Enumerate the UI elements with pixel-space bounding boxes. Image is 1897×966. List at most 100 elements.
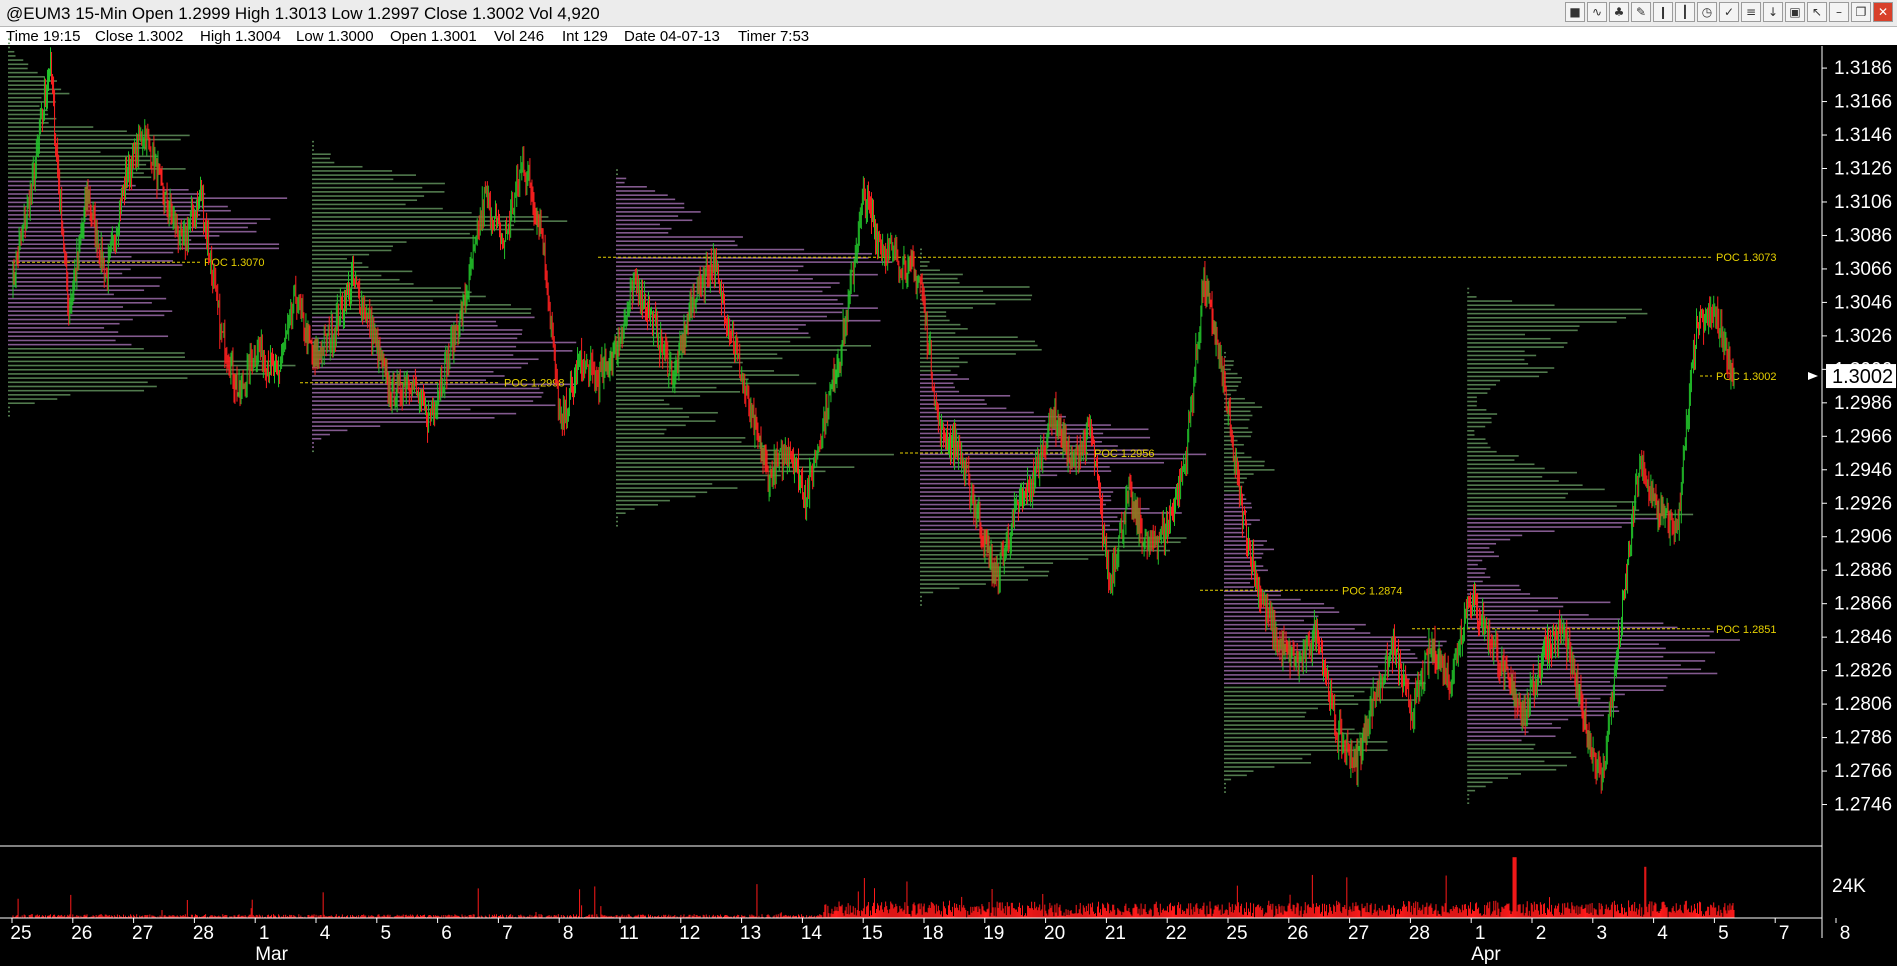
profile-row bbox=[1467, 358, 1525, 361]
profile-row bbox=[1467, 392, 1488, 394]
profile-row bbox=[312, 241, 407, 243]
profile-row bbox=[1224, 556, 1262, 559]
profile-row bbox=[1224, 565, 1264, 567]
profile-row bbox=[920, 269, 940, 272]
profile-row bbox=[312, 174, 416, 176]
profile-row bbox=[920, 261, 930, 263]
price-tick-label: 1.3106 bbox=[1834, 192, 1892, 213]
profile-row bbox=[312, 149, 314, 151]
profile-row bbox=[8, 260, 174, 262]
profile-row bbox=[1467, 777, 1509, 779]
price-tick-label: 1.3046 bbox=[1834, 292, 1892, 313]
profile-row bbox=[616, 328, 799, 330]
profile-row bbox=[616, 261, 893, 263]
profile-row bbox=[8, 352, 185, 354]
profile-row bbox=[1467, 542, 1497, 545]
profile-row bbox=[1467, 505, 1617, 507]
day-label: 22 bbox=[1166, 923, 1187, 944]
profile-row bbox=[616, 219, 693, 222]
price-chart[interactable]: POC 1.3070POC 1.2998POC 1.3073POC 1.2956… bbox=[0, 0, 1897, 966]
profile-row bbox=[616, 382, 817, 385]
profile-row bbox=[8, 105, 40, 107]
profile-row bbox=[8, 71, 38, 74]
profile-row bbox=[312, 350, 573, 352]
profile-row bbox=[1467, 463, 1535, 466]
profile-row bbox=[616, 370, 775, 372]
profile-row bbox=[616, 236, 743, 238]
profile-row bbox=[1224, 699, 1416, 701]
profile-row bbox=[8, 335, 169, 338]
profile-row bbox=[1224, 661, 1439, 664]
profile-row bbox=[616, 357, 783, 360]
volume-pane: 24K bbox=[0, 845, 1866, 918]
profile-row bbox=[1224, 569, 1268, 572]
price-tick-label: 1.2746 bbox=[1834, 795, 1892, 816]
profile-row bbox=[8, 130, 127, 133]
profile-row bbox=[1224, 632, 1371, 634]
profile-row bbox=[1224, 745, 1346, 747]
profile-row bbox=[920, 336, 1018, 339]
profile-row bbox=[920, 403, 987, 405]
profile-row bbox=[616, 240, 735, 242]
profile-row bbox=[1467, 471, 1577, 474]
profile-row bbox=[1467, 442, 1488, 445]
profile-row bbox=[1467, 798, 1470, 800]
profile-row bbox=[616, 437, 746, 439]
profile-row bbox=[920, 507, 1150, 510]
profile-row bbox=[312, 270, 413, 273]
profile-row bbox=[920, 248, 922, 251]
profile-row bbox=[1467, 484, 1583, 486]
profile-row bbox=[1467, 551, 1495, 553]
profile-row bbox=[1467, 547, 1490, 549]
profile-row bbox=[616, 202, 685, 205]
month-label: Mar bbox=[255, 944, 288, 965]
profile-row bbox=[1467, 354, 1537, 357]
profile-row bbox=[312, 182, 445, 185]
profile-row bbox=[312, 442, 314, 444]
profile-row bbox=[616, 504, 658, 506]
profile-row bbox=[1467, 639, 1740, 641]
month-label: Apr bbox=[1471, 944, 1501, 965]
profile-row bbox=[1224, 452, 1245, 454]
profile-row bbox=[920, 369, 951, 372]
day-label: 28 bbox=[193, 923, 214, 944]
profile-row bbox=[616, 474, 781, 477]
profile-row bbox=[1224, 782, 1226, 785]
profile-row bbox=[920, 520, 1127, 523]
profile-row bbox=[1224, 481, 1245, 484]
profile-row bbox=[8, 339, 116, 342]
profile-row bbox=[8, 67, 28, 70]
profile-row bbox=[8, 293, 114, 296]
profile-row bbox=[1467, 689, 1664, 692]
profile-row bbox=[312, 262, 363, 264]
profile-row bbox=[1467, 363, 1529, 365]
profile-row bbox=[1224, 552, 1264, 555]
profile-row bbox=[1467, 312, 1648, 315]
day-label: 1 bbox=[259, 923, 270, 944]
day-label: 12 bbox=[679, 923, 700, 944]
profile-row bbox=[1467, 404, 1477, 407]
profile-row bbox=[920, 487, 1180, 489]
profile-row bbox=[1224, 548, 1275, 551]
profile-row bbox=[920, 553, 1105, 556]
profile-row bbox=[616, 340, 791, 343]
profile-row bbox=[8, 314, 165, 317]
profile-row bbox=[8, 46, 10, 49]
profile-row bbox=[1224, 561, 1251, 563]
profile-row bbox=[8, 134, 190, 137]
profile-row bbox=[1467, 756, 1577, 758]
profile-row bbox=[616, 399, 664, 402]
profile-row bbox=[8, 138, 181, 141]
profile-row bbox=[8, 398, 58, 400]
profile-row bbox=[616, 391, 740, 393]
day-label: 27 bbox=[1348, 923, 1369, 944]
profile-row bbox=[1224, 628, 1355, 630]
poc-label: POC 1.3073 bbox=[1716, 252, 1777, 264]
profile-row bbox=[1467, 743, 1536, 746]
profile-row bbox=[8, 96, 42, 99]
profile-row bbox=[920, 474, 1058, 477]
profile-row bbox=[1467, 492, 1569, 495]
profile-row bbox=[1467, 789, 1476, 792]
profile-row bbox=[920, 315, 947, 318]
profile-row bbox=[312, 237, 477, 239]
